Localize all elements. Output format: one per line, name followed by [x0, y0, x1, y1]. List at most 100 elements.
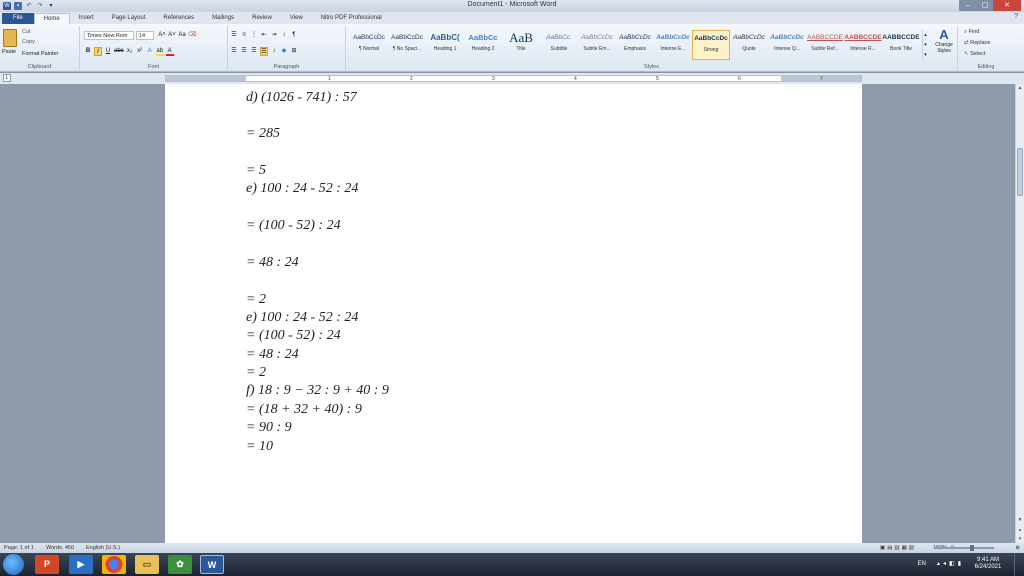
horizontal-ruler[interactable]: 1 2 3 4 5 6 7 [165, 75, 862, 82]
font-size-select[interactable]: 14 [136, 31, 154, 40]
font-name-select[interactable]: Times New Rom [84, 31, 134, 40]
maximize-button[interactable]: ▢ [977, 0, 993, 11]
tab-view[interactable]: View [281, 13, 312, 24]
decrease-indent-icon[interactable]: ⇤ [260, 31, 268, 40]
close-button[interactable]: ✕ [993, 0, 1021, 11]
style-heading-2[interactable]: AaBbCc Heading 2 [464, 30, 502, 60]
scroll-thumb[interactable] [1017, 148, 1023, 196]
text-effects-icon[interactable]: A [146, 47, 154, 56]
doc-line[interactable]: = 285 [246, 126, 280, 142]
style-emphasis[interactable]: AaBbCcDc Emphasis [616, 30, 654, 60]
doc-line[interactable]: = 2 [246, 365, 266, 381]
zoom-in-icon[interactable]: ⊕ [1015, 545, 1020, 551]
chrome-icon[interactable] [102, 555, 126, 574]
help-icon[interactable]: ? [1014, 13, 1018, 20]
language-status[interactable]: English (U.S.) [86, 545, 120, 551]
doc-line[interactable]: = (100 - 52) : 24 [246, 218, 341, 234]
style-intense-quote[interactable]: AaBbCcDc Intense Q... [768, 30, 806, 60]
style-title[interactable]: AaB Title [502, 30, 540, 60]
clock[interactable]: 9:41 AM 6/24/2021 [968, 557, 1008, 571]
style-intense-emphasis[interactable]: AaBbCcDc Intense E... [654, 30, 692, 60]
doc-line[interactable]: e) 100 : 24 - 52 : 24 [246, 310, 358, 326]
superscript-button[interactable]: x² [136, 47, 144, 56]
style-subtle-emphasis[interactable]: AaBbCcDc Subtle Em... [578, 30, 616, 60]
doc-line[interactable]: = 90 : 9 [246, 420, 292, 436]
tab-mailings[interactable]: Mailings [203, 13, 243, 24]
center-icon[interactable]: ☰ [240, 47, 248, 56]
vertical-scrollbar[interactable]: ▲ ▼ ▴ ▾ [1015, 84, 1024, 543]
shrink-font-button[interactable]: A˅ [168, 31, 176, 40]
format-painter-button[interactable]: Format Painter [22, 51, 58, 57]
page-count[interactable]: Page: 1 of 1 [4, 545, 34, 551]
align-right-icon[interactable]: ☰ [250, 47, 258, 56]
find-button[interactable]: ⌕ Find [964, 29, 979, 36]
italic-button[interactable]: I [94, 47, 102, 56]
minimize-button[interactable]: – [959, 0, 977, 11]
change-styles-button[interactable]: A Change Styles [932, 28, 956, 55]
doc-line[interactable]: f) 18 : 9 − 32 : 9 + 40 : 9 [246, 383, 389, 399]
numbering-icon[interactable]: ≡ [240, 31, 248, 40]
font-color-button[interactable]: A [165, 47, 174, 56]
scroll-up-icon[interactable]: ▲ [1016, 85, 1024, 91]
underline-button[interactable]: U [104, 47, 112, 56]
view-buttons[interactable]: ▣▤▥▦▧ [880, 545, 916, 551]
language-indicator[interactable]: EN [918, 561, 926, 567]
style-quote[interactable]: AaBbCcDc Quote [730, 30, 768, 60]
style-normal[interactable]: AaBbCcDc ¶ Normal [350, 30, 388, 60]
style-intense-reference[interactable]: AABBCCDE Intense R... [844, 30, 882, 60]
style-subtle-reference[interactable]: AABBCCDE Subtle Ref... [806, 30, 844, 60]
previous-page-icon[interactable]: ▴ [1016, 527, 1024, 533]
shading-icon[interactable]: ◆ [280, 47, 288, 56]
paste-button[interactable]: Paste [2, 49, 16, 55]
tab-home[interactable]: Home [33, 13, 70, 24]
style-no-spacing[interactable]: AaBbCcDc ¶ No Spaci... [388, 30, 426, 60]
tab-file[interactable]: File [2, 13, 34, 24]
sort-icon[interactable]: ↕ [280, 31, 288, 40]
increase-indent-icon[interactable]: ⇥ [270, 31, 278, 40]
show-formatting-button[interactable]: ¶ [290, 31, 298, 40]
tray-icons[interactable]: ▴◂◧▮ [937, 560, 964, 567]
zoom-slider[interactable] [934, 547, 994, 549]
doc-line[interactable]: = (100 - 52) : 24 [246, 328, 341, 344]
word-count[interactable]: Words: 450 [46, 545, 74, 551]
strikethrough-button[interactable]: abc [114, 47, 124, 56]
word-icon[interactable]: W [200, 555, 224, 574]
grow-font-button[interactable]: A˄ [158, 31, 166, 40]
cut-button[interactable]: Cut [22, 29, 31, 35]
doc-line[interactable]: d) (1026 - 741) : 57 [246, 90, 357, 106]
highlight-button[interactable]: ab [155, 47, 164, 56]
zoom-slider-knob[interactable] [970, 545, 974, 551]
subscript-button[interactable]: x₂ [126, 47, 134, 56]
show-desktop-button[interactable] [1014, 553, 1024, 576]
tab-selector[interactable]: L [3, 74, 11, 82]
doc-line[interactable]: = 5 [246, 163, 266, 179]
style-heading-1[interactable]: AaBbC(Heading 1 [426, 30, 464, 60]
select-button[interactable]: ↖ Select [964, 51, 985, 57]
document-page[interactable]: d) (1026 - 741) : 57 = 285 = 5 e) 100 : … [165, 84, 862, 543]
scroll-down-icon[interactable]: ▼ [1016, 517, 1024, 523]
bold-button[interactable]: B [84, 47, 92, 56]
tab-page-layout[interactable]: Page Layout [103, 13, 155, 24]
styles-scroll[interactable]: ▴ ▾ ▾ [922, 30, 928, 60]
align-left-icon[interactable]: ☰ [230, 47, 238, 56]
start-button[interactable] [3, 554, 24, 575]
change-case-button[interactable]: Aa [178, 31, 186, 40]
doc-line[interactable]: e) 100 : 24 - 52 : 24 [246, 181, 358, 197]
doc-line[interactable]: = 10 [246, 439, 273, 455]
media-player-icon[interactable]: ▶ [69, 555, 93, 574]
justify-icon[interactable]: ☰ [260, 47, 268, 56]
style-strong[interactable]: AaBbCcDc Strong [692, 30, 730, 60]
tab-review[interactable]: Review [243, 13, 281, 24]
doc-line[interactable]: = 48 : 24 [246, 347, 299, 363]
paste-icon[interactable] [3, 29, 17, 47]
replace-button[interactable]: ⇄ Replace [964, 40, 990, 46]
next-page-icon[interactable]: ▾ [1016, 536, 1024, 542]
multilevel-list-icon[interactable]: ⋮ [250, 31, 258, 40]
file-explorer-icon[interactable]: ▭ [135, 555, 159, 574]
copy-button[interactable]: Copy [22, 39, 35, 45]
doc-line[interactable]: = 2 [246, 292, 266, 308]
style-book-title[interactable]: AABBCCDE Book Title [882, 30, 920, 60]
powerpoint-icon[interactable]: P [35, 555, 59, 574]
style-subtitle[interactable]: AaBbCc. Subtitle [540, 30, 578, 60]
tab-references[interactable]: References [154, 13, 203, 24]
